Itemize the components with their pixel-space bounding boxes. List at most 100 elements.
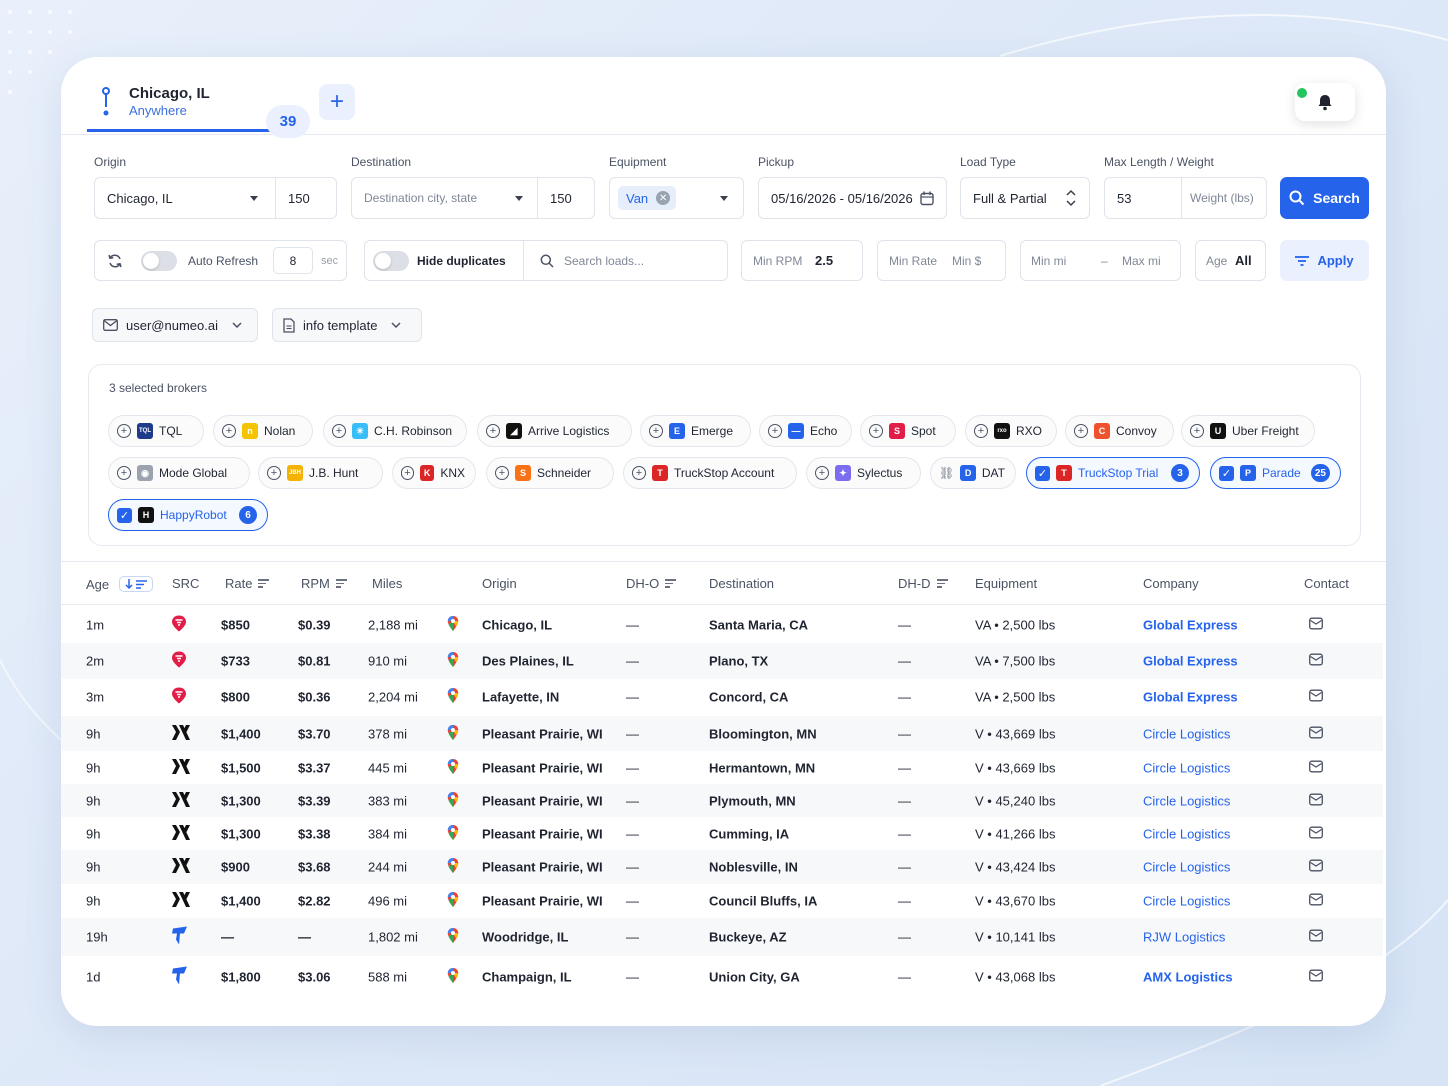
add-circle-icon[interactable]: + <box>222 424 236 438</box>
route-map-button[interactable] <box>447 652 459 671</box>
route-map-button[interactable] <box>447 858 459 877</box>
checkbox-checked-icon[interactable]: ✓ <box>1219 465 1234 481</box>
add-circle-icon[interactable]: + <box>117 466 131 480</box>
refresh-interval-input[interactable]: 8 <box>273 247 313 274</box>
table-row[interactable]: 9h $1,300 $3.39 383 mi Pleasant Prairie, WI —… <box>61 784 1383 817</box>
weight-input[interactable]: Weight (lbs) <box>1190 191 1254 205</box>
broker-chip-emerge[interactable]: + E Emerge <box>640 415 751 447</box>
route-map-button[interactable] <box>447 791 459 810</box>
broker-chip-dat[interactable]: ⛓ D DAT <box>930 457 1016 489</box>
age-filter[interactable]: Age All <box>1195 240 1266 281</box>
company-link[interactable]: AMX Logistics <box>1143 970 1233 985</box>
contact-email-icon[interactable] <box>1309 969 1323 985</box>
contact-email-icon[interactable] <box>1309 653 1323 669</box>
email-account-select[interactable]: user@numeo.ai <box>92 308 258 342</box>
company-link[interactable]: RJW Logistics <box>1143 930 1225 945</box>
company-link[interactable]: Circle Logistics <box>1143 760 1230 775</box>
column-header-rate[interactable]: Rate <box>225 576 270 591</box>
table-row[interactable]: 1d $1,800 $3.06 588 mi Champaign, IL — Union C… <box>61 956 1383 998</box>
add-circle-icon[interactable]: + <box>332 424 346 438</box>
sort-icon[interactable] <box>335 577 347 590</box>
broker-chip-spot[interactable]: + S Spot <box>860 415 956 447</box>
broker-chip-mode-global[interactable]: + ◉ Mode Global <box>108 457 250 489</box>
add-circle-icon[interactable]: + <box>869 424 883 438</box>
broker-chip-c-h-robinson[interactable]: + ✳ C.H. Robinson <box>323 415 467 447</box>
company-link[interactable]: Circle Logistics <box>1143 726 1230 741</box>
route-map-button[interactable] <box>447 892 459 911</box>
contact-email-icon[interactable] <box>1309 929 1323 945</box>
route-map-button[interactable] <box>447 724 459 743</box>
route-map-button[interactable] <box>447 824 459 843</box>
contact-email-icon[interactable] <box>1309 726 1323 741</box>
column-header-age[interactable]: Age <box>86 576 154 592</box>
broker-chip-j-b-hunt[interactable]: + JBH J.B. Hunt <box>258 457 383 489</box>
broker-chip-arrive-logistics[interactable]: + ◢ Arrive Logistics <box>477 415 632 447</box>
broker-chip-nolan[interactable]: + n Nolan <box>213 415 313 447</box>
table-row[interactable]: 3m $800 $0.36 2,204 mi Lafayette, IN — Concord… <box>61 679 1383 715</box>
broker-chip-sylectus[interactable]: + ✦ Sylectus <box>806 457 921 489</box>
add-tab-button[interactable]: + <box>319 84 355 120</box>
load-type-select[interactable]: Full & Partial <box>960 177 1090 219</box>
table-row[interactable]: 1m $850 $0.39 2,188 mi Chicago, IL — Santa Mar… <box>61 606 1383 643</box>
add-circle-icon[interactable]: + <box>401 466 414 480</box>
remove-chip-icon[interactable]: ✕ <box>656 191 671 205</box>
sort-icon[interactable] <box>665 577 677 590</box>
broker-chip-echo[interactable]: + — Echo <box>759 415 852 447</box>
destination-radius-input[interactable]: 150 <box>550 191 572 206</box>
hide-duplicates-toggle[interactable] <box>373 251 409 271</box>
broker-chip-convoy[interactable]: + C Convoy <box>1065 415 1174 447</box>
table-row[interactable]: 2m $733 $0.81 910 mi Des Plaines, IL — Plano, … <box>61 643 1383 679</box>
contact-email-icon[interactable] <box>1309 893 1323 909</box>
search-tab-chicago[interactable]: Chicago, IL Anywhere 39 <box>87 77 310 138</box>
broker-chip-parade[interactable]: ✓ P Parade 25 <box>1210 457 1341 489</box>
refresh-icon[interactable] <box>107 253 123 269</box>
broker-chip-knx[interactable]: + K KNX <box>392 457 476 489</box>
table-row[interactable]: 19h — — 1,802 mi Woodridge, IL — Buckeye, AZ — V… <box>61 918 1383 956</box>
min-rpm-field[interactable]: Min RPM 2.5 <box>741 240 863 281</box>
min-miles-input[interactable]: Min mi <box>1031 254 1066 268</box>
contact-email-icon[interactable] <box>1309 793 1323 808</box>
max-miles-input[interactable]: Max mi <box>1122 254 1161 268</box>
add-circle-icon[interactable]: + <box>815 466 829 480</box>
search-button[interactable]: Search <box>1280 177 1369 219</box>
add-circle-icon[interactable]: + <box>495 466 509 480</box>
route-map-button[interactable] <box>447 758 459 777</box>
company-link[interactable]: Global Express <box>1143 690 1238 705</box>
chevron-down-icon[interactable] <box>515 196 523 201</box>
broker-chip-truckstop-account[interactable]: + T TruckStop Account <box>623 457 797 489</box>
checkbox-checked-icon[interactable]: ✓ <box>117 507 132 523</box>
add-circle-icon[interactable]: + <box>768 424 782 438</box>
company-link[interactable]: Circle Logistics <box>1143 826 1230 841</box>
company-link[interactable]: Circle Logistics <box>1143 894 1230 909</box>
origin-select[interactable]: Chicago, IL <box>107 191 173 206</box>
min-rate-field[interactable]: Min Rate Min $ <box>877 240 1006 281</box>
company-link[interactable]: Circle Logistics <box>1143 793 1230 808</box>
route-map-button[interactable] <box>447 928 459 947</box>
add-circle-icon[interactable]: + <box>1074 424 1088 438</box>
broker-chip-uber-freight[interactable]: + U Uber Freight <box>1181 415 1315 447</box>
table-row[interactable]: 9h $1,400 $3.70 378 mi Pleasant Prairie, WI —… <box>61 716 1383 751</box>
route-map-button[interactable] <box>447 968 459 987</box>
broker-chip-happyrobot[interactable]: ✓ H HappyRobot 6 <box>108 499 268 531</box>
broker-chip-rxo[interactable]: + rxo RXO <box>965 415 1057 447</box>
company-link[interactable]: Circle Logistics <box>1143 860 1230 875</box>
contact-email-icon[interactable] <box>1309 826 1323 841</box>
min-rate-input[interactable]: Min $ <box>952 254 981 268</box>
chevron-down-icon[interactable] <box>250 196 258 201</box>
link-icon[interactable]: ⛓ <box>939 466 954 480</box>
add-circle-icon[interactable]: + <box>117 424 131 438</box>
table-row[interactable]: 9h $1,400 $2.82 496 mi Pleasant Prairie, WI —… <box>61 884 1383 918</box>
broker-chip-truckstop-trial[interactable]: ✓ T TruckStop Trial 3 <box>1026 457 1200 489</box>
contact-email-icon[interactable] <box>1309 760 1323 775</box>
table-row[interactable]: 9h $1,500 $3.37 445 mi Pleasant Prairie, WI —… <box>61 751 1383 784</box>
origin-radius-input[interactable]: 150 <box>288 191 310 206</box>
broker-chip-tql[interactable]: + TQL TQL <box>108 415 204 447</box>
contact-email-icon[interactable] <box>1309 689 1323 705</box>
company-link[interactable]: Global Express <box>1143 617 1238 632</box>
broker-chip-schneider[interactable]: + S Schneider <box>486 457 614 489</box>
auto-refresh-toggle[interactable] <box>141 251 177 271</box>
equipment-select[interactable]: Van ✕ <box>609 177 744 219</box>
add-circle-icon[interactable]: + <box>486 424 500 438</box>
sort-descending-button[interactable] <box>119 576 154 592</box>
contact-email-icon[interactable] <box>1309 859 1323 875</box>
